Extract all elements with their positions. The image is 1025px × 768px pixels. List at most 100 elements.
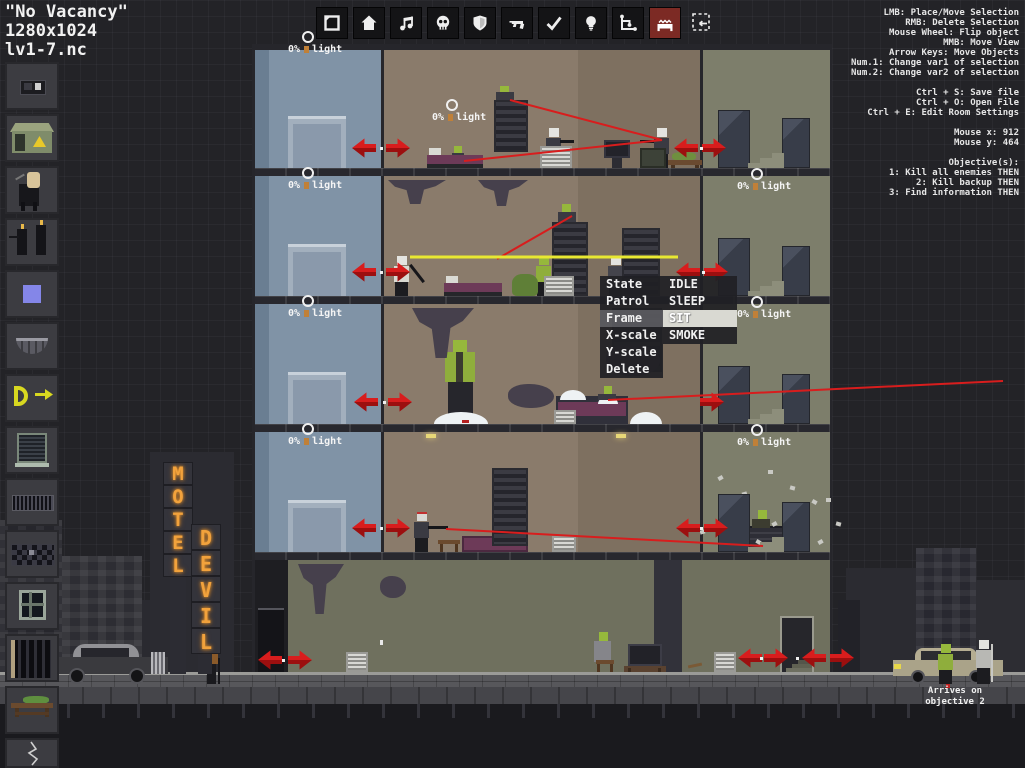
help-line: Arrow Keys: Move Objects [851, 48, 1019, 58]
menu-value-sit-selected[interactable]: SIT [663, 310, 737, 327]
tool-furniture[interactable] [649, 7, 681, 39]
palette-item-generator[interactable] [5, 114, 59, 162]
help-line: MMB: Move View [851, 38, 1019, 48]
frame-icon [322, 13, 342, 33]
menu-item-patrol[interactable]: Patrol [600, 293, 663, 310]
crack-icon [7, 740, 57, 766]
tool-resize[interactable] [686, 7, 716, 37]
glass-glint [29, 550, 34, 555]
palette-item-zone-marker[interactable] [5, 270, 59, 318]
palette-item-window-blinds[interactable] [5, 426, 59, 474]
bench-shelf-icon [15, 712, 49, 715]
tool-frame[interactable] [316, 7, 348, 39]
radio-screen [35, 83, 41, 90]
objective-line: 1: Kill all enemies THEN [851, 168, 1019, 178]
sign-pole [170, 574, 186, 674]
help-line: Num.2: Change var2 of selection [851, 68, 1019, 78]
grate-icon [12, 495, 54, 511]
blinds-icon [17, 433, 47, 463]
objective-line: 3: Find information THEN [851, 188, 1019, 198]
help-line: Mouse Wheel: Flip object [851, 28, 1019, 38]
sign-letter: O [163, 485, 193, 508]
tool-light[interactable] [575, 7, 607, 39]
sign-letter: E [191, 550, 221, 576]
object-palette [0, 44, 64, 768]
lamp-pack-icon [27, 172, 40, 188]
carrier-legs-icon [33, 202, 37, 211]
shield-icon [470, 13, 490, 33]
enemy-silhouette [17, 229, 27, 255]
palette-item-railing-bars[interactable] [5, 634, 59, 682]
window-sill-icon [15, 463, 49, 467]
tool-room[interactable] [353, 7, 385, 39]
menu-value-smoke[interactable]: SMOKE [663, 327, 737, 344]
tool-audio[interactable] [390, 7, 422, 39]
sign-letter: V [191, 576, 221, 602]
sign-letter: L [163, 554, 193, 577]
checker-window-icon [11, 544, 55, 566]
enemy-silhouette [36, 225, 46, 255]
carrier-legs-icon [21, 202, 25, 211]
palette-item-lamp-carrier[interactable] [5, 166, 59, 214]
sign-letter: I [191, 602, 221, 628]
bed-icon [655, 13, 675, 33]
sign-letter: T [163, 508, 193, 531]
sign-letter: D [191, 524, 221, 550]
palette-item-enemy-pair[interactable] [5, 218, 59, 266]
zone-square-icon [23, 285, 41, 303]
palette-item-radio[interactable] [5, 62, 59, 110]
help-line: LMB: Place/Move Selection [851, 8, 1019, 18]
check-icon [544, 13, 564, 33]
exit-door-icon [14, 386, 28, 406]
hook-icon [15, 174, 25, 181]
tool-armor[interactable] [464, 7, 496, 39]
mouse-x-readout: Mouse x: 912 [851, 128, 1019, 138]
menu-value-idle[interactable]: IDLE [663, 276, 737, 293]
menu-value-sleep[interactable]: SlEEP [663, 293, 737, 310]
radio-slot [24, 83, 32, 90]
tool-objective[interactable] [538, 7, 570, 39]
objectives-header: Objective(s): [851, 158, 1019, 168]
palette-item-planter-bench[interactable] [5, 686, 59, 734]
menu-item-delete[interactable]: Delete [600, 361, 663, 378]
palette-item-window-panes[interactable] [5, 582, 59, 630]
help-line: Num.1: Change var1 of selection [851, 58, 1019, 68]
music-note-icon [396, 13, 416, 33]
shed-door-icon [15, 134, 25, 151]
exit-arrow-head-icon [45, 389, 53, 400]
help-line: Ctrl + S: Save file [851, 88, 1019, 98]
tool-weapon[interactable] [501, 7, 533, 39]
objective-line: 2: Kill backup THEN [851, 178, 1019, 188]
menu-item-y-scale[interactable]: Y-scale [600, 344, 663, 361]
gun-icon [9, 236, 19, 238]
help-line: RMB: Delete Selection [851, 18, 1019, 28]
level-editor-canvas[interactable]: 0%light0%light0%light0%light0%light0%lig… [0, 0, 1025, 768]
skull-icon [433, 13, 453, 33]
palette-item-broken-windows[interactable] [5, 530, 59, 578]
palette-item-wall-crack[interactable] [5, 738, 59, 768]
bars-icon [13, 640, 51, 678]
help-line: Ctrl + O: Open File [851, 98, 1019, 108]
resize-selection-icon [690, 11, 712, 33]
pane-bar-icon [21, 603, 44, 606]
path-nodes-icon [618, 13, 638, 33]
gun-icon [507, 13, 527, 33]
palette-item-awning[interactable] [5, 322, 59, 370]
palette-item-vent-grate[interactable] [5, 478, 59, 526]
bar-post-icon [11, 640, 15, 678]
context-menu-labels: State Patrol Frame X-scale Y-scale Delet… [600, 276, 663, 378]
sign-letter: E [163, 531, 193, 554]
tool-path[interactable] [612, 7, 644, 39]
sign-letter: M [163, 462, 193, 485]
house-icon [359, 13, 379, 33]
sign-pole [198, 652, 212, 674]
help-line: Ctrl + E: Edit Room Settings [851, 108, 1019, 118]
palette-item-exit-marker[interactable] [5, 374, 59, 422]
mouse-y-readout: Mouse y: 464 [851, 138, 1019, 148]
menu-item-x-scale[interactable]: X-scale [600, 327, 663, 344]
tool-enemy[interactable] [427, 7, 459, 39]
menu-item-state[interactable]: State [600, 276, 663, 293]
menu-item-frame[interactable]: Frame [600, 310, 663, 327]
context-menu-values: IDLE SlEEP SIT SMOKE [663, 276, 737, 344]
help-panel: LMB: Place/Move Selection RMB: Delete Se… [851, 8, 1019, 198]
